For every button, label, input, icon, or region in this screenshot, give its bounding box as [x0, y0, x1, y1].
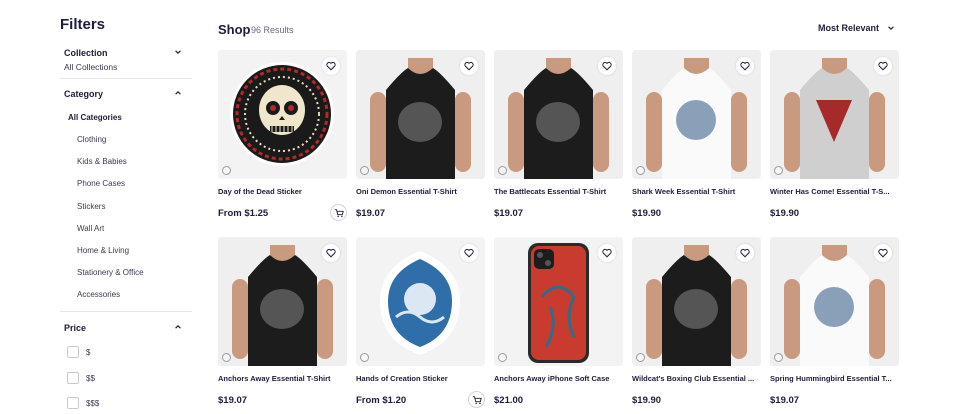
- price-option-1[interactable]: $: [67, 346, 90, 358]
- info-icon[interactable]: [498, 353, 507, 362]
- price-option-label: $: [86, 347, 91, 357]
- chevron-down-icon: [888, 26, 894, 31]
- heart-icon[interactable]: [460, 57, 478, 75]
- price-checkbox[interactable]: [67, 397, 79, 409]
- info-icon[interactable]: [222, 353, 231, 362]
- product-card[interactable]: Hands of Creation Sticker From $1.20: [356, 237, 485, 408]
- product-price: From $1.20: [356, 395, 407, 406]
- category-accessories[interactable]: Accessories: [77, 290, 120, 299]
- category-all[interactable]: All Categories: [68, 113, 122, 122]
- product-title[interactable]: Winter Has Come! Essential T-S...: [770, 187, 899, 196]
- price-option-2[interactable]: $$: [67, 372, 95, 384]
- product-card[interactable]: Oni Demon Essential T-Shirt $19.07: [356, 50, 485, 219]
- product-title[interactable]: Anchors Away Essential T-Shirt: [218, 374, 347, 383]
- product-price: $19.90: [632, 395, 662, 406]
- price-header[interactable]: Price: [64, 323, 188, 333]
- product-price: $21.00: [494, 395, 524, 406]
- product-title[interactable]: Day of the Dead Sticker: [218, 187, 347, 196]
- cart-icon[interactable]: [468, 391, 485, 408]
- price-option-3[interactable]: $$$: [67, 397, 99, 409]
- heart-icon[interactable]: [322, 57, 340, 75]
- info-icon[interactable]: [360, 353, 369, 362]
- product-title[interactable]: Hands of Creation Sticker: [356, 374, 485, 383]
- product-price: $19.07: [218, 395, 248, 406]
- results-count: 96 Results: [251, 25, 294, 35]
- info-icon[interactable]: [360, 166, 369, 175]
- heart-icon[interactable]: [598, 57, 616, 75]
- category-wall-art[interactable]: Wall Art: [77, 224, 104, 233]
- chevron-up-icon: [175, 324, 181, 329]
- price-option-label: $$: [86, 373, 95, 383]
- product-title[interactable]: Wildcat's Boxing Club Essential ...: [632, 374, 761, 383]
- heart-icon[interactable]: [736, 57, 754, 75]
- info-icon[interactable]: [498, 166, 507, 175]
- info-icon[interactable]: [774, 166, 783, 175]
- heart-icon[interactable]: [874, 244, 892, 262]
- category-stickers[interactable]: Stickers: [77, 202, 105, 211]
- product-price: $19.07: [494, 208, 524, 219]
- product-image[interactable]: [770, 50, 899, 179]
- product-image[interactable]: [494, 50, 623, 179]
- product-price: $19.90: [632, 208, 662, 219]
- product-card[interactable]: Wildcat's Boxing Club Essential ... $19.9…: [632, 237, 761, 406]
- collection-header[interactable]: Collection: [64, 48, 188, 58]
- category-header[interactable]: Category: [64, 89, 188, 99]
- product-image[interactable]: [770, 237, 899, 366]
- price-heading: Price: [64, 323, 87, 333]
- sort-dropdown[interactable]: Most Relevant: [818, 23, 895, 33]
- price-option-label: $$$: [86, 398, 100, 408]
- product-price: $19.90: [770, 208, 800, 219]
- chevron-down-icon: [175, 50, 181, 55]
- chevron-up-icon: [175, 90, 181, 95]
- heart-icon[interactable]: [322, 244, 340, 262]
- product-card[interactable]: Spring Hummingbird Essential T... $19.07: [770, 237, 899, 406]
- product-title[interactable]: Anchors Away iPhone Soft Case: [494, 374, 623, 383]
- divider: [60, 311, 192, 312]
- product-image[interactable]: [218, 237, 347, 366]
- info-icon[interactable]: [636, 353, 645, 362]
- price-checkbox[interactable]: [67, 372, 79, 384]
- product-title[interactable]: Oni Demon Essential T-Shirt: [356, 187, 485, 196]
- product-card[interactable]: Anchors Away Essential T-Shirt $19.07: [218, 237, 347, 406]
- product-title[interactable]: Shark Week Essential T-Shirt: [632, 187, 761, 196]
- category-stationery-office[interactable]: Stationery & Office: [77, 268, 144, 277]
- product-image[interactable]: [356, 50, 485, 179]
- category-kids-babies[interactable]: Kids & Babies: [77, 157, 127, 166]
- product-title[interactable]: The Battlecats Essential T-Shirt: [494, 187, 623, 196]
- product-image[interactable]: [218, 50, 347, 179]
- heart-icon[interactable]: [736, 244, 754, 262]
- page-title: Shop: [218, 22, 251, 37]
- product-card[interactable]: Shark Week Essential T-Shirt $19.90: [632, 50, 761, 219]
- info-icon[interactable]: [774, 353, 783, 362]
- product-card[interactable]: Day of the Dead Sticker From $1.25: [218, 50, 347, 221]
- product-card[interactable]: The Battlecats Essential T-Shirt $19.07: [494, 50, 623, 219]
- filters-sidebar: Filters Collection All Collections Categ…: [60, 0, 192, 414]
- product-price: From $1.25: [218, 208, 269, 219]
- filters-title: Filters: [60, 16, 106, 33]
- category-clothing[interactable]: Clothing: [77, 135, 106, 144]
- heart-icon[interactable]: [874, 57, 892, 75]
- cart-icon[interactable]: [330, 204, 347, 221]
- divider: [60, 78, 192, 79]
- heart-icon[interactable]: [598, 244, 616, 262]
- product-image[interactable]: [356, 237, 485, 366]
- price-checkbox[interactable]: [67, 346, 79, 358]
- product-price: $19.07: [770, 395, 800, 406]
- product-title[interactable]: Spring Hummingbird Essential T...: [770, 374, 899, 383]
- product-image[interactable]: [632, 50, 761, 179]
- sort-label: Most Relevant: [818, 23, 880, 33]
- heart-icon[interactable]: [460, 244, 478, 262]
- category-home-living[interactable]: Home & Living: [77, 246, 129, 255]
- product-card[interactable]: Winter Has Come! Essential T-S... $19.90: [770, 50, 899, 219]
- collection-value: All Collections: [64, 62, 118, 72]
- category-heading: Category: [64, 89, 104, 99]
- product-card[interactable]: Anchors Away iPhone Soft Case $21.00: [494, 237, 623, 406]
- product-price: $19.07: [356, 208, 386, 219]
- collection-heading: Collection: [64, 48, 108, 58]
- product-image[interactable]: [632, 237, 761, 366]
- info-icon[interactable]: [636, 166, 645, 175]
- category-phone-cases[interactable]: Phone Cases: [77, 179, 125, 188]
- product-image[interactable]: [494, 237, 623, 366]
- info-icon[interactable]: [222, 166, 231, 175]
